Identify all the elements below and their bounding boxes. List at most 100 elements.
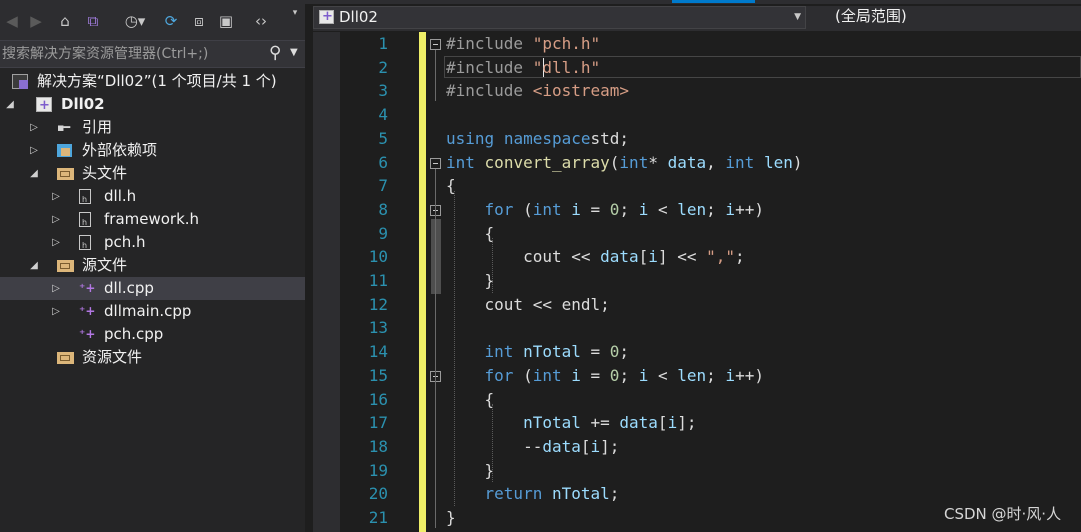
code-token: "pch.h"	[532, 34, 601, 53]
code-token: [	[638, 247, 649, 267]
collapsed-arrow-icon[interactable]: ▷	[28, 116, 40, 139]
code-line: for (int i = 0; i < len; i++)	[446, 364, 764, 388]
project-dropdown[interactable]: Dll02 ▼	[313, 6, 806, 29]
code-token: ,	[706, 152, 726, 172]
fold-region-line	[435, 168, 436, 528]
expanded-arrow-icon[interactable]: ◢	[28, 254, 40, 277]
code-token: i	[571, 365, 581, 385]
fold-collapse-icon[interactable]	[430, 39, 441, 50]
line-number: 18	[368, 436, 388, 456]
tree-item[interactable]: ◢ 源文件	[0, 254, 305, 277]
cpp-file-icon: ⁺+	[79, 281, 96, 295]
code-token: i	[648, 247, 658, 267]
code-token: std;	[590, 128, 630, 148]
expanded-arrow-icon[interactable]: ◢	[28, 162, 40, 185]
folder-icon	[57, 352, 74, 364]
line-number: 10	[368, 247, 388, 267]
search-icon[interactable]: ⚲	[269, 43, 281, 63]
line-number: 7	[378, 176, 388, 196]
search-box[interactable]: ⚲ ▼	[0, 41, 305, 68]
search-input[interactable]	[0, 41, 262, 67]
collapsed-arrow-icon[interactable]: ▷	[50, 185, 62, 208]
fold-collapse-icon[interactable]	[430, 157, 441, 169]
line-number: 4	[378, 105, 388, 125]
collapsed-arrow-icon[interactable]: ▷	[50, 277, 62, 300]
tree-item[interactable]: ▷ ⁺+ dllmain.cpp	[0, 300, 305, 323]
code-token: (	[513, 199, 533, 219]
code-token: +=	[580, 413, 620, 433]
tree-item-label: 头文件	[82, 164, 128, 182]
collapse-all-icon[interactable]: ⧈	[188, 10, 210, 32]
code-token: for	[484, 365, 514, 385]
code-token: namespace	[503, 128, 591, 148]
code-token: <	[648, 199, 678, 219]
code-token: <iostream>	[532, 81, 630, 101]
code-view-icon[interactable]: ‹›	[250, 10, 272, 32]
tree-item-label: framework.h	[104, 210, 200, 228]
line-number: 6	[378, 152, 388, 172]
code-token: i	[667, 413, 678, 433]
code-token: i	[638, 365, 649, 385]
code-token: ];	[600, 436, 620, 456]
tree-item[interactable]: ◢ Dll02	[0, 93, 305, 117]
tree-item[interactable]: ▷ pch.h	[0, 231, 305, 257]
code-token: data	[542, 436, 581, 456]
forward-icon[interactable]: ▶	[26, 10, 46, 32]
code-token: #include	[446, 57, 533, 77]
code-token: cout <<	[446, 247, 601, 267]
header-file-icon	[79, 188, 91, 211]
code-token: 0	[609, 199, 620, 219]
collapsed-arrow-icon[interactable]: ▷	[50, 300, 62, 323]
show-all-files-icon[interactable]: ▣	[215, 10, 237, 32]
collapsed-arrow-icon[interactable]: ▷	[50, 208, 62, 231]
code-line: #include "dll.h"	[446, 56, 600, 80]
toolbar-overflow-icon[interactable]: ▾	[288, 2, 302, 24]
tree-item[interactable]: 解决方案“Dll02”(1 个项目/共 1 个)	[0, 70, 305, 93]
watermark: CSDN @时·风·人	[944, 505, 1062, 523]
tree-item[interactable]: ▷ ⁺+ dll.cpp	[0, 277, 305, 300]
code-token: ;	[619, 342, 630, 362]
navigation-bar: Dll02 ▼ (全局范围)	[313, 6, 1081, 31]
tree-item[interactable]: ▷ 外部依赖项	[0, 139, 305, 162]
code-token: [	[580, 436, 591, 456]
code-editor[interactable]: #include "pch.h" #include "dll.h" #include…	[426, 32, 1081, 532]
tree-item[interactable]: 资源文件	[0, 346, 305, 369]
back-icon[interactable]: ◀	[2, 10, 22, 32]
home-icon[interactable]: ⌂	[54, 10, 76, 32]
tree-item[interactable]: ▷ dll.h	[0, 185, 305, 211]
sync-icon[interactable]: ⟳	[160, 10, 182, 32]
code-token: ] <<	[657, 247, 707, 267]
vs-switch-icon[interactable]: ⧉	[82, 10, 104, 32]
line-number: 16	[368, 389, 388, 409]
line-number: 15	[368, 365, 388, 385]
tree-item[interactable]: ▷ framework.h	[0, 208, 305, 234]
tree-item[interactable]: ⁺+ pch.cpp	[0, 323, 305, 346]
tree-item[interactable]: ◢ 头文件	[0, 162, 305, 185]
expanded-arrow-icon[interactable]: ◢	[4, 93, 16, 116]
folder-icon	[57, 260, 74, 272]
scope-dropdown[interactable]: (全局范围)	[809, 6, 1081, 29]
code-token: ++)	[735, 365, 764, 385]
search-options-icon[interactable]: ▼	[290, 47, 298, 58]
tree-item-label: 外部依赖项	[82, 141, 158, 159]
collapsed-arrow-icon[interactable]: ▷	[28, 139, 40, 162]
line-number: 2	[378, 57, 388, 77]
code-token: 0	[609, 342, 620, 362]
line-number: 19	[368, 460, 388, 480]
tree-item-label: 源文件	[82, 256, 128, 274]
history-icon[interactable]: ◷▾	[120, 10, 150, 32]
code-token: 0	[609, 365, 620, 385]
code-line: int convert_array(int* data, int len)	[446, 151, 802, 175]
tree-item[interactable]: ▷ ▪━ 引用	[0, 116, 305, 139]
line-number: 9	[378, 223, 388, 243]
collapsed-arrow-icon[interactable]: ▷	[50, 231, 62, 254]
code-token: i	[638, 199, 649, 219]
change-tracking-bar	[419, 32, 426, 532]
code-token: cout << endl;	[446, 294, 610, 314]
code-token: ;	[735, 247, 745, 267]
